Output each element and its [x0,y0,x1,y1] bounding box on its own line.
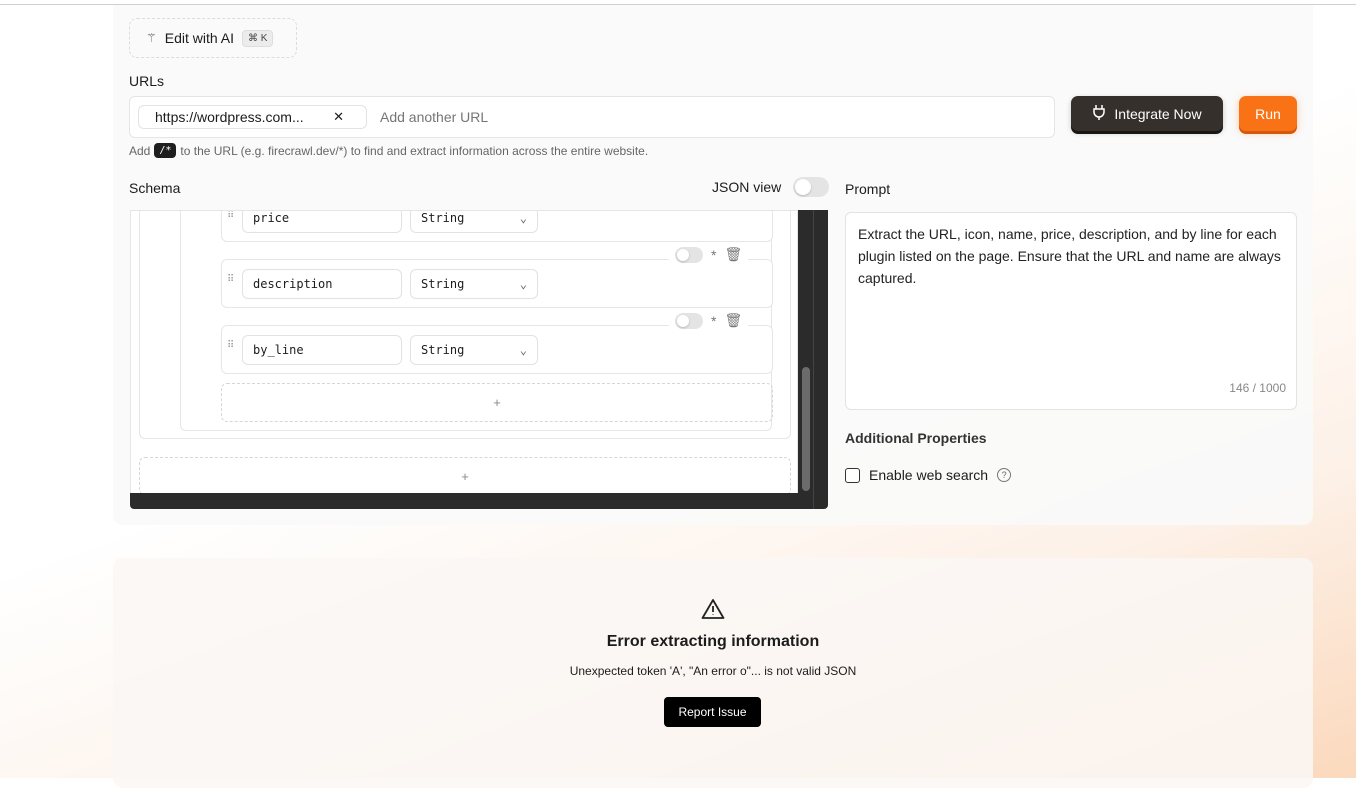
json-view-label: JSON view [712,179,782,195]
error-message: Unexpected token 'A', "An error o"... is… [569,664,857,678]
error-card: Error extracting information Unexpected … [113,558,1313,788]
hint-pre: Add [129,143,151,158]
drag-handle-icon[interactable]: ⠿ [227,275,234,285]
prompt-text: Extract the URL, icon, name, price, desc… [858,226,1281,286]
hint-post: to the URL (e.g. firecrawl.dev/*) to fin… [180,143,649,158]
required-toggle[interactable] [675,312,703,329]
integrate-now-button[interactable]: Integrate Now [1071,96,1223,131]
help-icon[interactable]: ? [997,468,1012,482]
json-view-toggle[interactable] [793,177,829,197]
web-search-label: Enable web search [869,467,989,483]
prompt-textarea[interactable]: Extract the URL, icon, name, price, desc… [845,212,1297,410]
add-nested-field-button[interactable]: + [221,383,773,422]
hint-code: /* [154,143,177,158]
chevron-down-icon: ⌄ [519,277,527,291]
field-name-input[interactable]: price [242,211,402,233]
char-count: 146 / 1000 [1229,381,1286,395]
schema-editor: ⠿ price String ⌄ * 🗑 ⠿ description String ⌄… [130,210,798,493]
shortcut-badge: ⌘ K [242,29,274,47]
report-issue-button[interactable]: Report Issue [664,697,761,727]
trash-icon[interactable]: 🗑 [724,246,742,263]
url-chip-text: https://wordpress.com... [155,109,304,125]
field-name-input[interactable]: description [242,269,402,299]
edit-with-ai-button[interactable]: ⚚ Edit with AI ⌘ K [129,18,297,58]
required-icon: * [711,312,717,329]
chevron-down-icon: ⌄ [519,343,527,357]
schema-label: Schema [129,180,181,196]
add-url-input[interactable] [380,106,1030,128]
trash-icon[interactable]: 🗑 [724,312,742,329]
web-search-checkbox[interactable] [845,467,860,483]
warning-icon [701,598,725,625]
scroll-divider [813,210,814,509]
edit-ai-label: Edit with AI [164,30,235,46]
urls-label: URLs [129,73,165,89]
drag-handle-icon[interactable]: ⠿ [227,341,234,351]
plug-icon [1092,104,1106,123]
field-type-select[interactable]: String ⌄ [410,211,538,233]
close-icon[interactable]: ✕ [333,109,344,125]
chevron-down-icon: ⌄ [519,211,527,225]
field-name-input[interactable]: by_line [242,335,402,365]
type-value: String [421,277,465,291]
field-type-select[interactable]: String ⌄ [410,335,538,365]
required-icon: * [711,246,717,263]
required-toggle[interactable] [675,246,703,263]
additional-properties-label: Additional Properties [845,430,987,446]
type-value: String [421,211,465,225]
field-controls: * 🗑 [669,312,749,329]
integrate-label: Integrate Now [1114,105,1202,122]
drag-handle-icon[interactable]: ⠿ [227,211,234,221]
run-button[interactable]: Run [1239,96,1297,131]
prompt-label: Prompt [845,181,891,197]
add-field-button[interactable]: + [139,457,791,493]
url-hint: Add /* to the URL (e.g. firecrawl.dev/*)… [129,143,648,158]
field-controls: * 🗑 [669,246,749,263]
scrollbar-thumb[interactable] [802,367,810,491]
field-type-select[interactable]: String ⌄ [410,269,538,299]
url-chip: https://wordpress.com... ✕ [138,105,367,129]
error-title: Error extracting information [606,633,820,650]
type-value: String [421,343,465,357]
magic-wand-icon: ⚚ [146,31,157,45]
web-search-option: Enable web search ? [845,467,1012,483]
